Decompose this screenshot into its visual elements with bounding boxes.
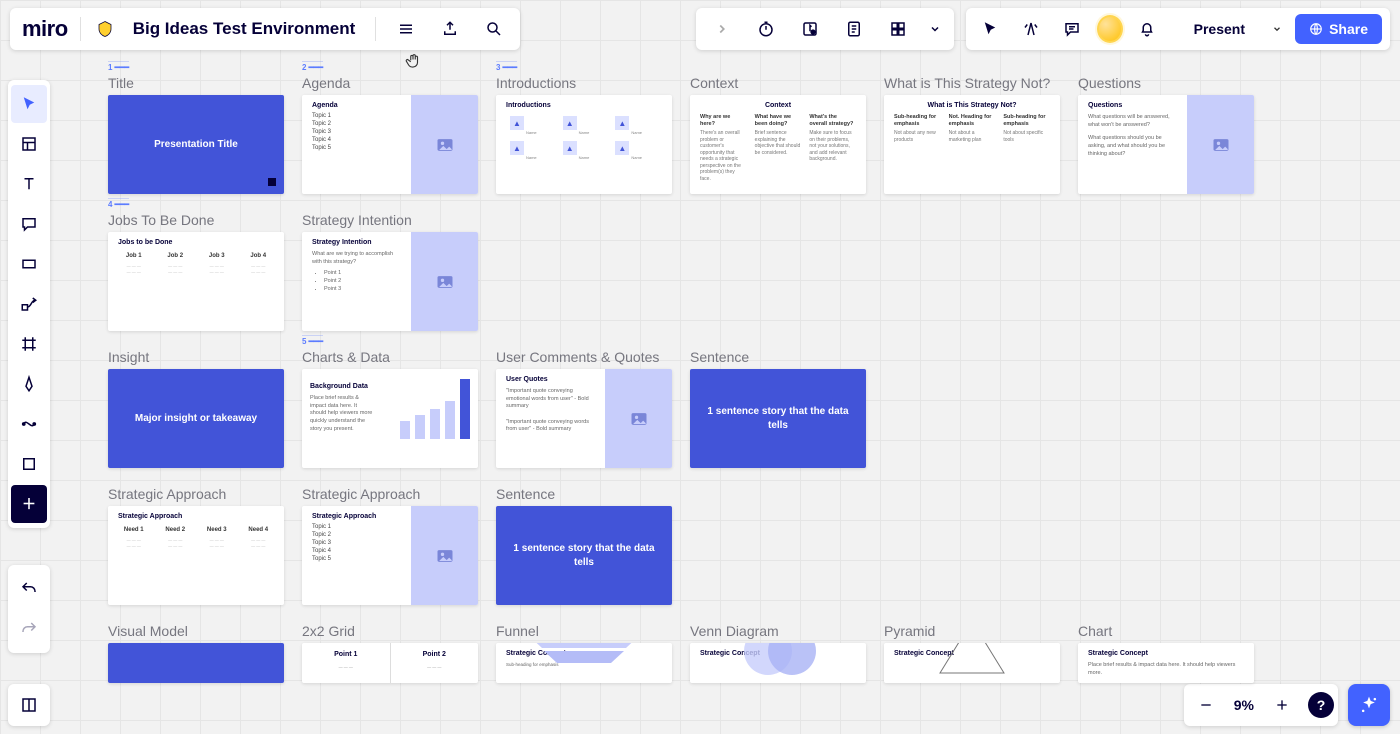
add-tool[interactable]: ＋ [11,485,47,523]
slide-label: Strategic Approach [302,486,478,502]
slide[interactable]: User Quotes"Important quote conveying em… [496,369,672,468]
slides-area[interactable]: 1 ━━━ Title Presentation Title 2 ━━━ Age… [108,75,1380,701]
sticky-note-tool[interactable] [11,205,47,243]
present-dropdown[interactable] [1267,24,1287,34]
slide[interactable] [108,643,284,683]
slide-label: Charts & Data [302,349,478,365]
slide[interactable]: ContextWhy are we here?There's an overal… [690,95,866,194]
present-button[interactable]: Present [1180,14,1259,44]
slide[interactable]: Strategy IntentionWhat are we trying to … [302,232,478,331]
slide[interactable]: Strategic Concept [690,643,866,683]
notifications-icon[interactable] [1131,11,1164,47]
search-icon[interactable] [476,11,512,47]
slide-label: Chart [1078,623,1254,639]
slide[interactable]: Introductions▲Name▲Name▲Name▲Name▲Name▲N… [496,95,672,194]
slide-label: Title [108,75,284,91]
share-button[interactable]: Share [1295,14,1382,44]
export-icon[interactable] [432,11,468,47]
top-right-bar: Present Share [966,8,1390,50]
slide-label: Context [690,75,866,91]
globe-icon [1309,22,1323,36]
frame-tool[interactable] [11,325,47,363]
text-tool[interactable] [11,165,47,203]
notes-icon[interactable] [836,11,872,47]
share-label: Share [1329,21,1368,37]
slide-label: Sentence [496,486,672,502]
slide-label: User Comments & Quotes [496,349,672,365]
more-tools[interactable] [11,405,47,443]
undo-redo-bar [8,565,50,653]
templates-tool[interactable] [11,125,47,163]
comment-tool[interactable] [11,445,47,483]
slide[interactable]: Strategic ApproachTopic 1Topic 2Topic 3T… [302,506,478,605]
left-toolbar: ＋ [8,80,50,528]
slide-label: Funnel [496,623,672,639]
slide[interactable]: Major insight or takeaway [108,369,284,468]
slide-label: What is This Strategy Not? [884,75,1060,91]
slide-label: Venn Diagram [690,623,866,639]
pen-tool[interactable] [11,365,47,403]
select-tool[interactable] [11,85,47,123]
slide[interactable]: Point 1— — —Point 2— — — [302,643,478,683]
divider [375,17,376,41]
comments-icon[interactable] [1056,11,1089,47]
slide-label: Strategy Intention [302,212,478,228]
slide-label: Sentence [690,349,866,365]
slide[interactable]: Strategic ApproachNeed 1— — —— — —Need 2… [108,506,284,605]
shapes-tool[interactable] [11,245,47,283]
frames-panel-button[interactable] [8,684,50,726]
miro-logo[interactable]: miro [22,16,68,42]
divider [80,17,81,41]
slide[interactable]: What is This Strategy Not?Sub-heading fo… [884,95,1060,194]
timer-icon[interactable] [748,11,784,47]
slide-label: Introductions [496,75,672,91]
slide[interactable]: AgendaTopic 1Topic 2Topic 3Topic 4Topic … [302,95,478,194]
shield-icon[interactable] [93,17,117,41]
reactions-icon[interactable] [1015,11,1048,47]
cursor-select-icon[interactable] [974,11,1007,47]
slide-label: Strategic Approach [108,486,284,502]
slide[interactable]: Presentation Title [108,95,284,194]
voting-icon[interactable] [792,11,828,47]
slide[interactable]: Strategic ConceptSub-heading for emphasi… [496,643,672,683]
slide-label: Questions [1078,75,1254,91]
slide[interactable]: Strategic Concept [884,643,1060,683]
board-title[interactable]: Big Ideas Test Environment [125,19,364,39]
undo-button[interactable] [11,570,47,608]
slide[interactable]: 1 sentence story that the data tells [690,369,866,468]
apps-more-chevron[interactable] [924,11,946,47]
slide-label: Insight [108,349,284,365]
slide-label: Agenda [302,75,478,91]
slide-label: Jobs To Be Done [108,212,284,228]
user-avatar[interactable] [1097,15,1123,43]
slide-label: 2x2 Grid [302,623,478,639]
slide-label: Pyramid [884,623,1060,639]
redo-button[interactable] [11,610,47,648]
collapse-icon[interactable] [704,11,740,47]
connection-tool[interactable] [11,285,47,323]
slide[interactable]: 1 sentence story that the data tells [496,506,672,605]
slide[interactable]: QuestionsWhat questions will be answered… [1078,95,1254,194]
slide[interactable]: Strategic ConceptPlace brief results & i… [1078,643,1254,683]
apps-icon[interactable] [880,11,916,47]
slide-label: Visual Model [108,623,284,639]
top-center-bar [696,8,954,50]
top-left-bar: miro Big Ideas Test Environment [10,8,520,50]
slide[interactable]: Background DataPlace brief results & imp… [302,369,478,468]
slide[interactable]: Jobs to be DoneJob 1— — —— — —Job 2— — —… [108,232,284,331]
menu-icon[interactable] [388,11,424,47]
